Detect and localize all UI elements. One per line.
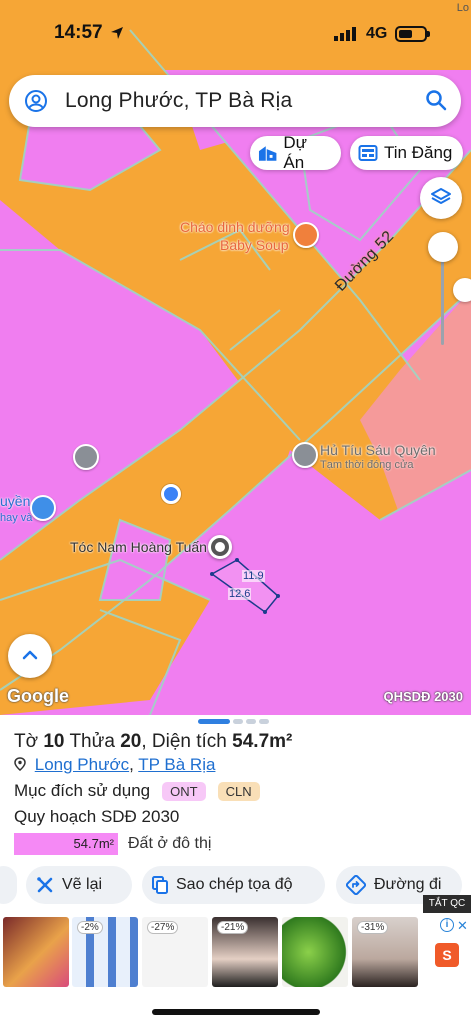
close-ads-button[interactable]: TẮT QC bbox=[423, 895, 471, 913]
parcel-dimension-a: 11.9 bbox=[242, 570, 265, 582]
poi-baby-soup-line1[interactable]: Cháo dinh dưỡng bbox=[180, 219, 290, 235]
page-dot bbox=[259, 719, 269, 724]
ad-product[interactable]: -31% bbox=[352, 917, 418, 987]
copy-coords-button[interactable]: Sao chép tọa độ bbox=[142, 866, 325, 904]
copy-icon bbox=[152, 876, 168, 894]
tin-dang-label: Tin Đăng bbox=[384, 143, 453, 162]
to-number: 10 bbox=[43, 731, 65, 752]
redraw-label: Vẽ lại bbox=[62, 876, 103, 893]
area-label: , Diện tích bbox=[141, 731, 227, 752]
battery-icon bbox=[395, 26, 430, 42]
poi-left-partial[interactable]: uyền bbox=[0, 493, 30, 509]
layers-button[interactable] bbox=[420, 177, 462, 219]
status-bar: 14:57 4G Lo bbox=[0, 0, 471, 60]
ad-discount: -2% bbox=[77, 921, 103, 934]
poi-hu-tiu-status: Tạm thời đóng cửa bbox=[320, 459, 414, 471]
page-dot-active bbox=[198, 719, 230, 724]
land-use-row: Mục đích sử dụng ONT CLN bbox=[14, 781, 260, 801]
layer-label: QHSDĐ 2030 bbox=[383, 689, 463, 704]
restaurant-pin-icon[interactable] bbox=[73, 444, 99, 470]
plan-area-bar: 54.7m² bbox=[14, 833, 118, 855]
search-query[interactable]: Long Phước, TP Bà Rịa bbox=[65, 89, 292, 113]
plan-area-desc: Đất ở đô thị bbox=[128, 835, 212, 852]
redraw-button[interactable]: Vẽ lại bbox=[26, 866, 132, 904]
expand-button[interactable] bbox=[8, 634, 52, 678]
search-bar[interactable]: Long Phước, TP Bà Rịa bbox=[9, 75, 461, 127]
google-logo: Google bbox=[7, 686, 69, 706]
poi-left-partial-sub: hay và bbox=[0, 512, 33, 524]
ad-discount: -31% bbox=[357, 921, 389, 934]
city-link[interactable]: TP Bà Rịa bbox=[138, 755, 215, 774]
parcel-title: Tờ 10 Thửa 20, Diện tích 54.7m² bbox=[14, 731, 292, 753]
shopee-icon[interactable]: S bbox=[435, 943, 459, 967]
addr-sep: , bbox=[129, 755, 134, 774]
du-an-chip[interactable]: Dự Án bbox=[250, 133, 341, 172]
ad-product[interactable] bbox=[3, 917, 69, 987]
parcel-dimension-b: 12.6 bbox=[228, 588, 252, 600]
parcel-info-sheet[interactable]: Tờ 10 Thửa 20, Diện tích 54.7m² Long Phư… bbox=[0, 715, 471, 1024]
side-layer-icon[interactable] bbox=[453, 278, 471, 302]
ad-product[interactable]: -2% bbox=[72, 917, 138, 987]
ward-link[interactable]: Long Phước bbox=[35, 755, 129, 774]
map-view[interactable]: 14:57 4G Lo Long Phước, TP Bà Rịa Dự Án … bbox=[0, 0, 471, 715]
location-arrow-icon bbox=[111, 27, 123, 39]
area-value: 54.7m² bbox=[232, 731, 293, 752]
opacity-slider-thumb[interactable] bbox=[428, 232, 458, 262]
tin-dang-chip[interactable]: Tin Đăng bbox=[350, 136, 463, 170]
page-dot bbox=[233, 719, 243, 724]
ad-product[interactable]: -27% bbox=[142, 917, 208, 987]
current-location-dot bbox=[161, 484, 181, 504]
poi-hu-tiu[interactable]: Hủ Tíu Sáu Quyên bbox=[320, 442, 436, 458]
land-use-label: Mục đích sử dụng bbox=[14, 781, 151, 800]
thua-number: 20 bbox=[120, 731, 142, 752]
location-pin-icon bbox=[14, 757, 26, 771]
shopping-pin-icon[interactable] bbox=[30, 495, 56, 521]
account-icon[interactable] bbox=[24, 89, 48, 113]
home-indicator bbox=[152, 1009, 320, 1015]
signal-icon bbox=[334, 27, 356, 41]
ad-discount: -21% bbox=[217, 921, 249, 934]
network-type: 4G bbox=[366, 25, 388, 42]
plan-area-row: 54.7m² Đất ở đô thị bbox=[14, 833, 211, 855]
ad-info-icon[interactable]: i bbox=[440, 918, 454, 932]
du-an-label: Dự Án bbox=[283, 133, 308, 172]
tag-ont: ONT bbox=[162, 781, 206, 801]
partial-action-button[interactable] bbox=[0, 866, 17, 904]
ad-close-icon[interactable]: ✕ bbox=[457, 918, 468, 934]
opacity-slider-track[interactable] bbox=[441, 250, 444, 345]
building-icon bbox=[258, 146, 277, 161]
restaurant-pin-icon[interactable] bbox=[292, 442, 318, 468]
page-dot bbox=[246, 719, 256, 724]
redraw-icon bbox=[37, 877, 53, 893]
directions-label: Đường đi bbox=[374, 876, 442, 893]
poi-toc[interactable]: Tóc Nam Hoàng Tuấn bbox=[70, 539, 207, 555]
ad-product[interactable]: -21% bbox=[212, 917, 278, 987]
ad-discount: -27% bbox=[147, 921, 179, 934]
ad-strip: -2% -27% -21% -31% bbox=[0, 917, 471, 987]
title-prefix: Tờ bbox=[14, 731, 39, 752]
plan-label: Quy hoạch SDĐ 2030 bbox=[14, 807, 180, 826]
copy-coords-label: Sao chép tọa độ bbox=[176, 876, 293, 893]
poi-baby-soup-line2[interactable]: Baby Soup bbox=[220, 237, 289, 253]
ad-product[interactable] bbox=[282, 917, 348, 987]
restaurant-pin-icon[interactable] bbox=[293, 222, 319, 248]
tag-cln: CLN bbox=[217, 781, 260, 801]
salon-pin-icon[interactable] bbox=[208, 535, 232, 559]
layers-icon bbox=[431, 188, 451, 204]
directions-icon bbox=[346, 875, 366, 895]
thua-label: Thửa bbox=[69, 731, 115, 752]
news-icon bbox=[358, 145, 378, 161]
page-indicator bbox=[198, 719, 269, 724]
parcel-address: Long Phước, TP Bà Rịa bbox=[14, 755, 215, 775]
search-icon[interactable] bbox=[425, 89, 447, 111]
status-time: 14:57 bbox=[54, 22, 103, 43]
corner-text: Lo bbox=[456, 2, 469, 14]
action-row: Vẽ lại Sao chép tọa độ Đường đi bbox=[0, 866, 471, 904]
chevron-up-icon bbox=[22, 650, 38, 660]
